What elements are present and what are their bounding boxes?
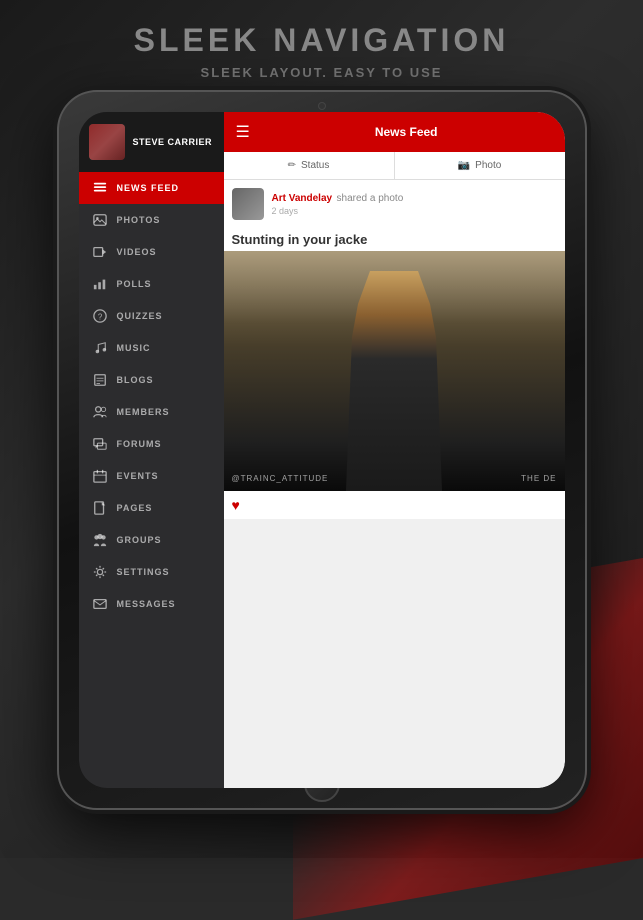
- tablet-screen: STEVE CARRIER NEWS FEED PHOTOS VIDEOS POLLS…: [79, 112, 565, 788]
- avatar: [89, 124, 125, 160]
- nav-label: MESSAGES: [117, 599, 176, 609]
- post-image: @TRAINC_ATTITUDE THE DE: [224, 251, 565, 491]
- nav-label: PAGES: [117, 503, 153, 513]
- nav-label: EVENTS: [117, 471, 159, 481]
- events-icon: [93, 469, 107, 483]
- nav-label: BLOGS: [117, 375, 154, 385]
- sidebar-item-messages[interactable]: MESSAGES: [79, 588, 224, 620]
- sidebar-item-pages[interactable]: PAGES: [79, 492, 224, 524]
- messages-icon: [93, 597, 107, 611]
- sidebar-username: STEVE CARRIER: [133, 137, 213, 148]
- tab-status[interactable]: ✏ Status: [224, 152, 395, 179]
- post-action: shared a photo: [337, 193, 404, 204]
- watermark-right: THE DE: [521, 474, 556, 483]
- like-icon[interactable]: ♥: [232, 497, 240, 513]
- feed-post: Art Vandelay shared a photo 2 days Stunt…: [224, 180, 565, 519]
- nav-label: FORUMS: [117, 439, 162, 449]
- post-avatar: [232, 188, 264, 220]
- post-time: 2 days: [272, 206, 557, 216]
- forums-icon: [93, 437, 107, 451]
- sidebar: STEVE CARRIER NEWS FEED PHOTOS VIDEOS POLLS…: [79, 112, 224, 788]
- post-header: Art Vandelay shared a photo 2 days: [224, 180, 565, 228]
- main-content: ☰ News Feed ✏ Status 📷 Photo: [224, 112, 565, 788]
- app-screen: STEVE CARRIER NEWS FEED PHOTOS VIDEOS POLLS…: [79, 112, 565, 788]
- edit-icon: ✏: [288, 160, 296, 171]
- post-author: Art Vandelay shared a photo: [272, 188, 557, 206]
- sidebar-item-events[interactable]: EVENTS: [79, 460, 224, 492]
- sidebar-item-quizzes[interactable]: ? QUIZZES: [79, 300, 224, 332]
- music-icon: [93, 341, 107, 355]
- groups-icon: [93, 533, 107, 547]
- topbar: ☰ News Feed: [224, 112, 565, 152]
- page-subtitle: SLEEK LAYOUT. EASY TO USE: [0, 65, 643, 80]
- camera: [318, 102, 326, 110]
- nav-label: PHOTOS: [117, 215, 161, 225]
- settings-icon: [93, 565, 107, 579]
- feed-content: Art Vandelay shared a photo 2 days Stunt…: [224, 180, 565, 788]
- nav-label: MEMBERS: [117, 407, 170, 417]
- photo-label: Photo: [475, 160, 501, 171]
- sidebar-header: STEVE CARRIER: [79, 112, 224, 172]
- news-icon: [93, 181, 107, 195]
- blogs-icon: [93, 373, 107, 387]
- nav-label: NEWS FEED: [117, 183, 180, 193]
- page-title: SLEEK NAVIGATION: [0, 22, 643, 59]
- nav-label: SETTINGS: [117, 567, 170, 577]
- sidebar-item-videos[interactable]: VIDEOS: [79, 236, 224, 268]
- menu-icon[interactable]: ☰: [236, 122, 250, 142]
- sidebar-item-news-feed[interactable]: NEWS FEED: [79, 172, 224, 204]
- nav-label: GROUPS: [117, 535, 162, 545]
- post-text: Stunting in your jacke: [224, 228, 565, 251]
- members-icon: [93, 405, 107, 419]
- pages-icon: [93, 501, 107, 515]
- nav-label: POLLS: [117, 279, 152, 289]
- sidebar-item-polls[interactable]: POLLS: [79, 268, 224, 300]
- watermark-left: @TRAINC_ATTITUDE: [232, 474, 329, 483]
- nav-label: MUSIC: [117, 343, 151, 353]
- sidebar-item-members[interactable]: MEMBERS: [79, 396, 224, 428]
- sidebar-item-groups[interactable]: GROUPS: [79, 524, 224, 556]
- sidebar-item-music[interactable]: MUSIC: [79, 332, 224, 364]
- videos-icon: [93, 245, 107, 259]
- tab-photo[interactable]: 📷 Photo: [395, 152, 565, 179]
- content-tabs: ✏ Status 📷 Photo: [224, 152, 565, 180]
- quizzes-icon: ?: [93, 309, 107, 323]
- polls-icon: [93, 277, 107, 291]
- nav-label: QUIZZES: [117, 311, 163, 321]
- nav-label: VIDEOS: [117, 247, 157, 257]
- sidebar-item-forums[interactable]: FORUMS: [79, 428, 224, 460]
- tablet-frame: STEVE CARRIER NEWS FEED PHOTOS VIDEOS POLLS…: [57, 90, 587, 810]
- sidebar-item-blogs[interactable]: BLOGS: [79, 364, 224, 396]
- camera-icon: 📷: [458, 160, 470, 171]
- post-meta: Art Vandelay shared a photo 2 days: [272, 188, 557, 216]
- sidebar-item-settings[interactable]: SETTINGS: [79, 556, 224, 588]
- post-footer: ♥: [224, 491, 565, 519]
- topbar-title: News Feed: [260, 125, 553, 139]
- photos-icon: [93, 213, 107, 227]
- sidebar-nav: NEWS FEED PHOTOS VIDEOS POLLS? QUIZZES MUSIC B…: [79, 172, 224, 788]
- sidebar-item-photos[interactable]: PHOTOS: [79, 204, 224, 236]
- svg-text:?: ?: [97, 313, 102, 322]
- status-label: Status: [301, 160, 329, 171]
